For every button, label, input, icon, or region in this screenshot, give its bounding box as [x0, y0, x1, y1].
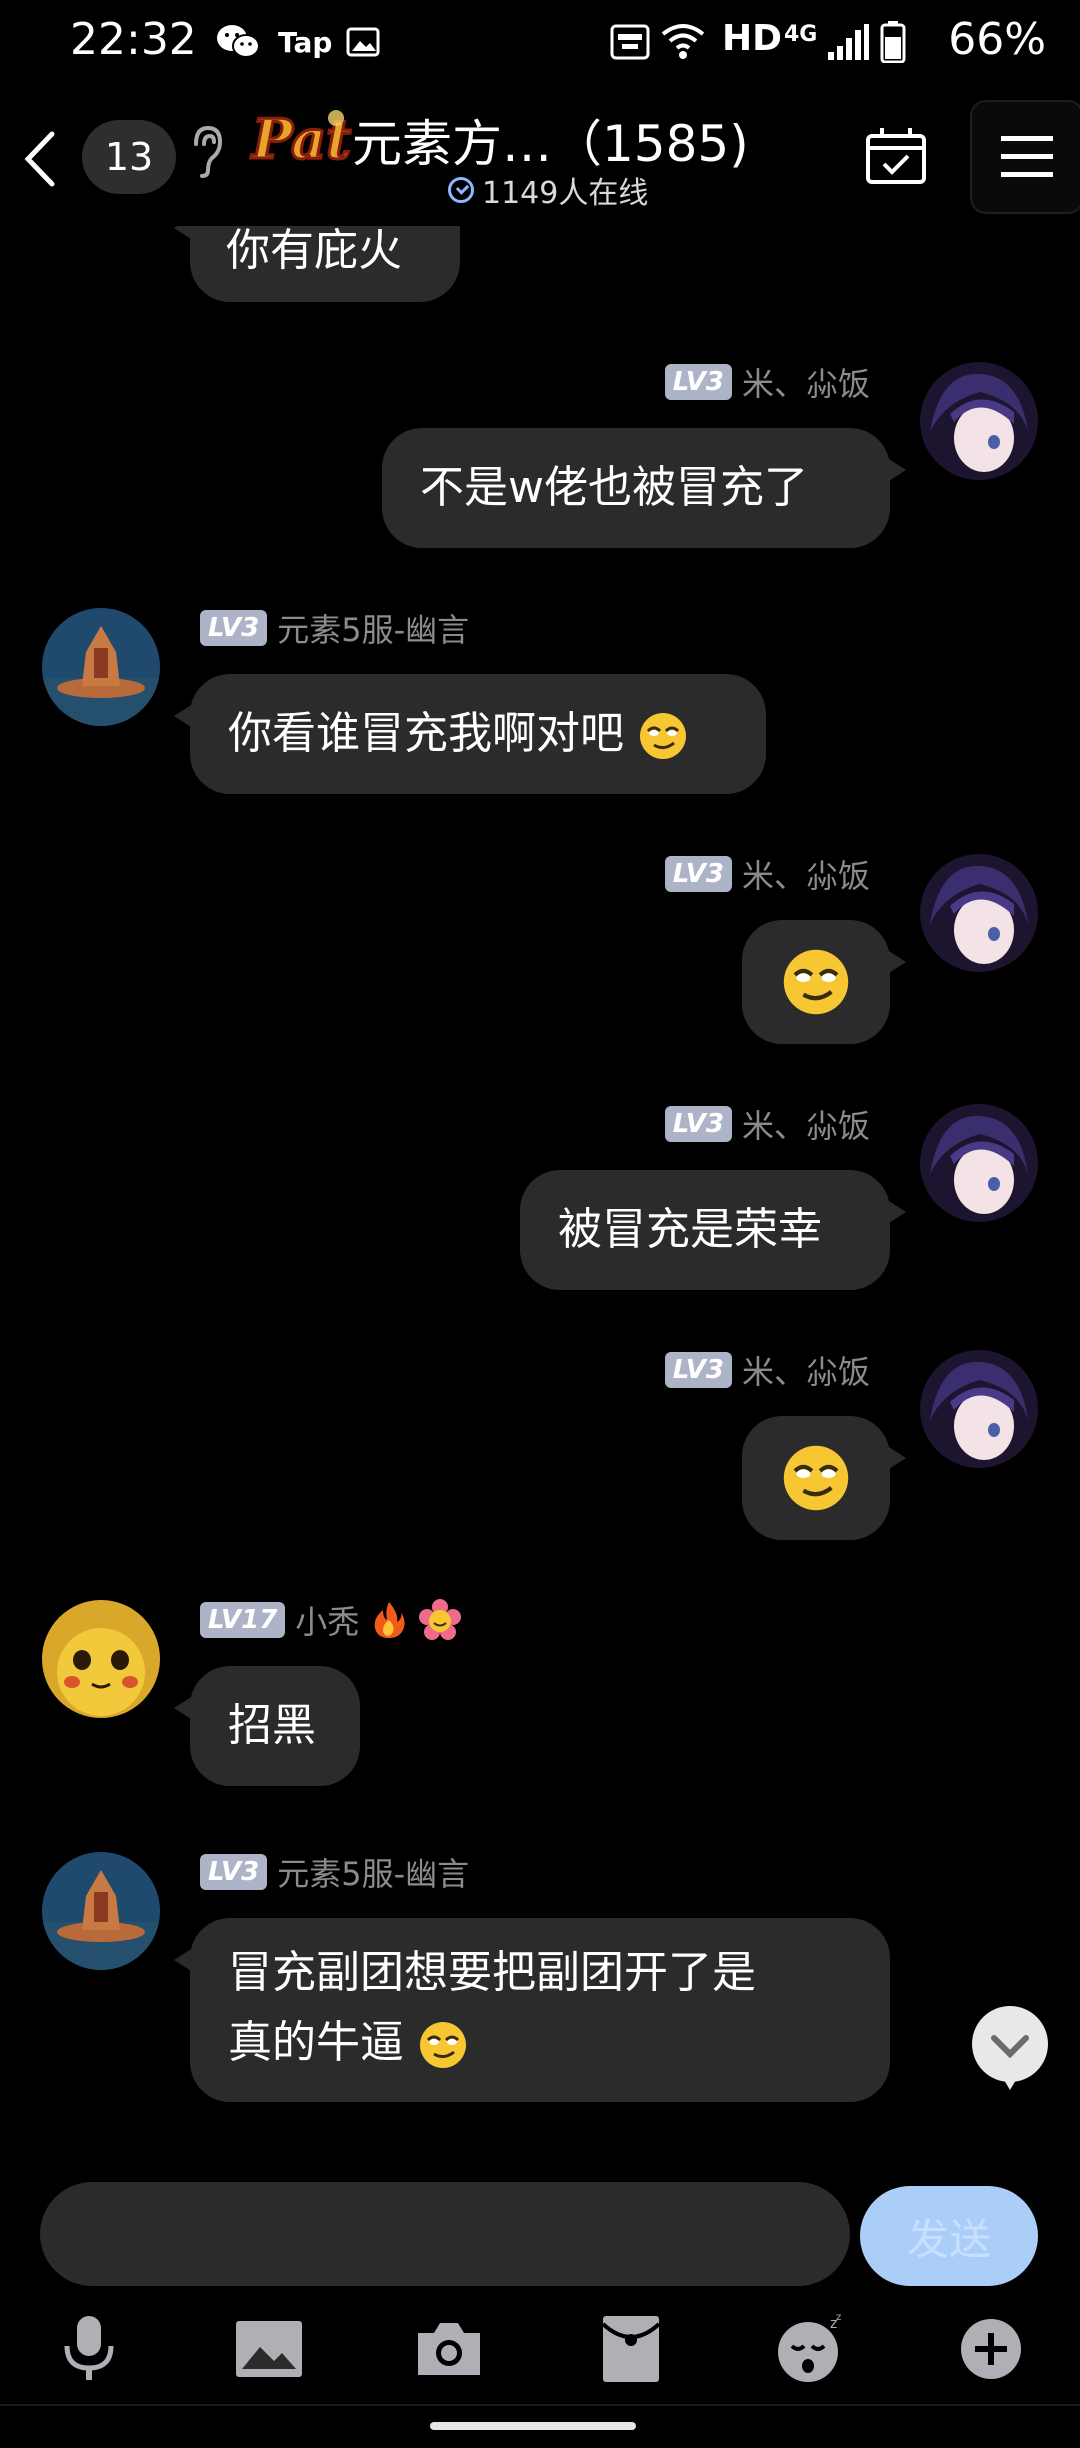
more-button[interactable]	[956, 2314, 1026, 2384]
message-text: 不是w佬也被冒充了	[420, 462, 808, 513]
sender-info: LV17 小秃	[200, 1599, 462, 1641]
sender-info: LV3 米、尛饭	[664, 1104, 870, 1145]
battery-percent: 66%	[948, 14, 1046, 65]
camera-button[interactable]	[414, 2314, 484, 2384]
sender-name: 米、尛饭	[741, 1353, 870, 1391]
flower-emoji-icon	[419, 1599, 462, 1640]
hamburger-icon	[1001, 136, 1053, 177]
image-icon	[236, 2321, 302, 2377]
calendar-check-icon	[866, 128, 926, 184]
sender-info: LV3 元素5服-幽言	[200, 1852, 470, 1893]
ear-mode-icon[interactable]	[186, 122, 226, 182]
camera-icon	[418, 2323, 480, 2375]
sticker-icon: zz	[778, 2314, 841, 2382]
microphone-icon	[64, 2316, 114, 2380]
sender-name: 元素5服-幽言	[277, 1855, 470, 1893]
level-badge: LV17	[200, 1602, 286, 1638]
unread-count-badge[interactable]: 13	[82, 120, 176, 194]
smirk-emoji-icon	[420, 2022, 466, 2068]
chat-screen: 22:32 Tap HD 4G 66% 13 Pat 元素方…（1585) 11…	[0, 0, 1080, 2448]
message-text: 真的牛逼	[228, 2017, 404, 2068]
message-text: 你有庇火	[226, 226, 402, 276]
message-list[interactable]: 你有庇火 LV3 米、尛饭 不是w佬也被冒充了 LV3 元素5服-幽言 你看谁冒…	[0, 226, 1080, 2166]
avatar[interactable]	[920, 854, 1038, 972]
sticker-button[interactable]: zz	[776, 2314, 846, 2384]
message-bubble[interactable]: 冒充副团想要把副团开了是 真的牛逼	[174, 1918, 890, 2102]
message-input[interactable]	[40, 2182, 850, 2286]
sender-name: 小秃	[295, 1603, 360, 1641]
level-badge: LV3	[200, 610, 268, 646]
online-status: 1149人在线	[448, 168, 648, 212]
level-badge: LV3	[664, 364, 732, 400]
group-title[interactable]: 元素方…（1585)	[352, 104, 749, 176]
sender-info: LV3 米、尛饭	[664, 362, 870, 403]
avatar[interactable]	[920, 362, 1038, 480]
level-badge: LV3	[664, 1106, 732, 1142]
avatar[interactable]	[42, 608, 160, 726]
chevron-left-icon	[24, 131, 55, 187]
chevron-down-icon	[972, 2006, 1048, 2090]
avatar[interactable]	[42, 1600, 160, 1718]
smirk-emoji-icon	[640, 713, 686, 759]
sender-info: LV3 米、尛饭	[664, 1350, 870, 1391]
scroll-to-bottom-button[interactable]	[970, 2004, 1050, 2090]
red-packet-button[interactable]	[596, 2314, 666, 2384]
message-text: 被冒充是荣幸	[558, 1204, 822, 1255]
smirk-emoji-icon	[783, 1445, 849, 1511]
level-badge: LV3	[664, 856, 732, 892]
checkin-button[interactable]	[864, 124, 928, 188]
fire-icon	[374, 1602, 405, 1638]
back-button[interactable]	[14, 124, 64, 194]
sender-name: 米、尛饭	[741, 857, 870, 895]
message-text: 招黑	[228, 1700, 316, 1751]
group-logo[interactable]: Pat	[246, 100, 356, 180]
message-bubble[interactable]	[742, 920, 906, 1044]
hd-indicator: HD	[722, 18, 783, 59]
network-type: 4G	[784, 22, 818, 47]
tap-icon: Tap	[278, 26, 333, 59]
avatar[interactable]	[920, 1350, 1038, 1468]
wechat-icon	[216, 22, 260, 62]
message-text-line: 真的牛逼	[228, 2008, 890, 2078]
chat-header: 13 Pat 元素方…（1585) 1149人在线	[0, 86, 1080, 226]
message-text-line: 冒充副团想要把副团开了是	[228, 1947, 756, 1998]
menu-button[interactable]	[970, 100, 1080, 214]
send-button[interactable]: 发送	[860, 2186, 1038, 2286]
avatar[interactable]	[920, 1104, 1038, 1222]
wifi-icon	[660, 22, 706, 62]
message-bubble[interactable]	[742, 1416, 906, 1540]
sender-info: LV3 元素5服-幽言	[200, 608, 470, 649]
voice-button[interactable]	[54, 2314, 124, 2384]
message-bubble[interactable]: 不是w佬也被冒充了	[382, 428, 906, 548]
photo-button[interactable]	[234, 2314, 304, 2384]
smirk-emoji-icon	[783, 949, 849, 1015]
message-bubble[interactable]: 你有庇火	[174, 226, 460, 302]
sender-info: LV3 米、尛饭	[664, 854, 870, 895]
divider	[0, 2404, 1080, 2406]
sender-name: 元素5服-幽言	[277, 611, 470, 649]
sender-name: 米、尛饭	[741, 365, 870, 403]
home-indicator[interactable]	[430, 2422, 636, 2430]
sender-name: 米、尛饭	[741, 1107, 870, 1145]
battery-icon	[880, 21, 906, 63]
verified-icon	[448, 177, 474, 203]
svg-text:z: z	[836, 2314, 841, 2323]
status-bar: 22:32 Tap HD 4G 66%	[0, 0, 1080, 86]
input-toolbar: zz	[0, 2300, 1080, 2390]
message-bubble[interactable]: 被冒充是荣幸	[520, 1170, 906, 1290]
message-bubble[interactable]: 你看谁冒充我啊对吧	[174, 674, 766, 794]
signal-icon	[826, 22, 870, 62]
message-text: 你看谁冒充我啊对吧	[228, 708, 624, 759]
level-badge: LV3	[200, 1854, 268, 1890]
plus-icon	[961, 2319, 1021, 2379]
message-bubble[interactable]: 招黑	[174, 1666, 360, 1786]
online-count: 1149人在线	[482, 176, 649, 211]
avatar[interactable]	[42, 1852, 160, 1970]
status-time: 22:32	[70, 14, 197, 65]
level-badge: LV3	[664, 1352, 732, 1388]
auto-hz-icon	[610, 22, 650, 62]
gallery-status-icon	[346, 22, 380, 62]
red-packet-icon	[601, 2316, 661, 2382]
